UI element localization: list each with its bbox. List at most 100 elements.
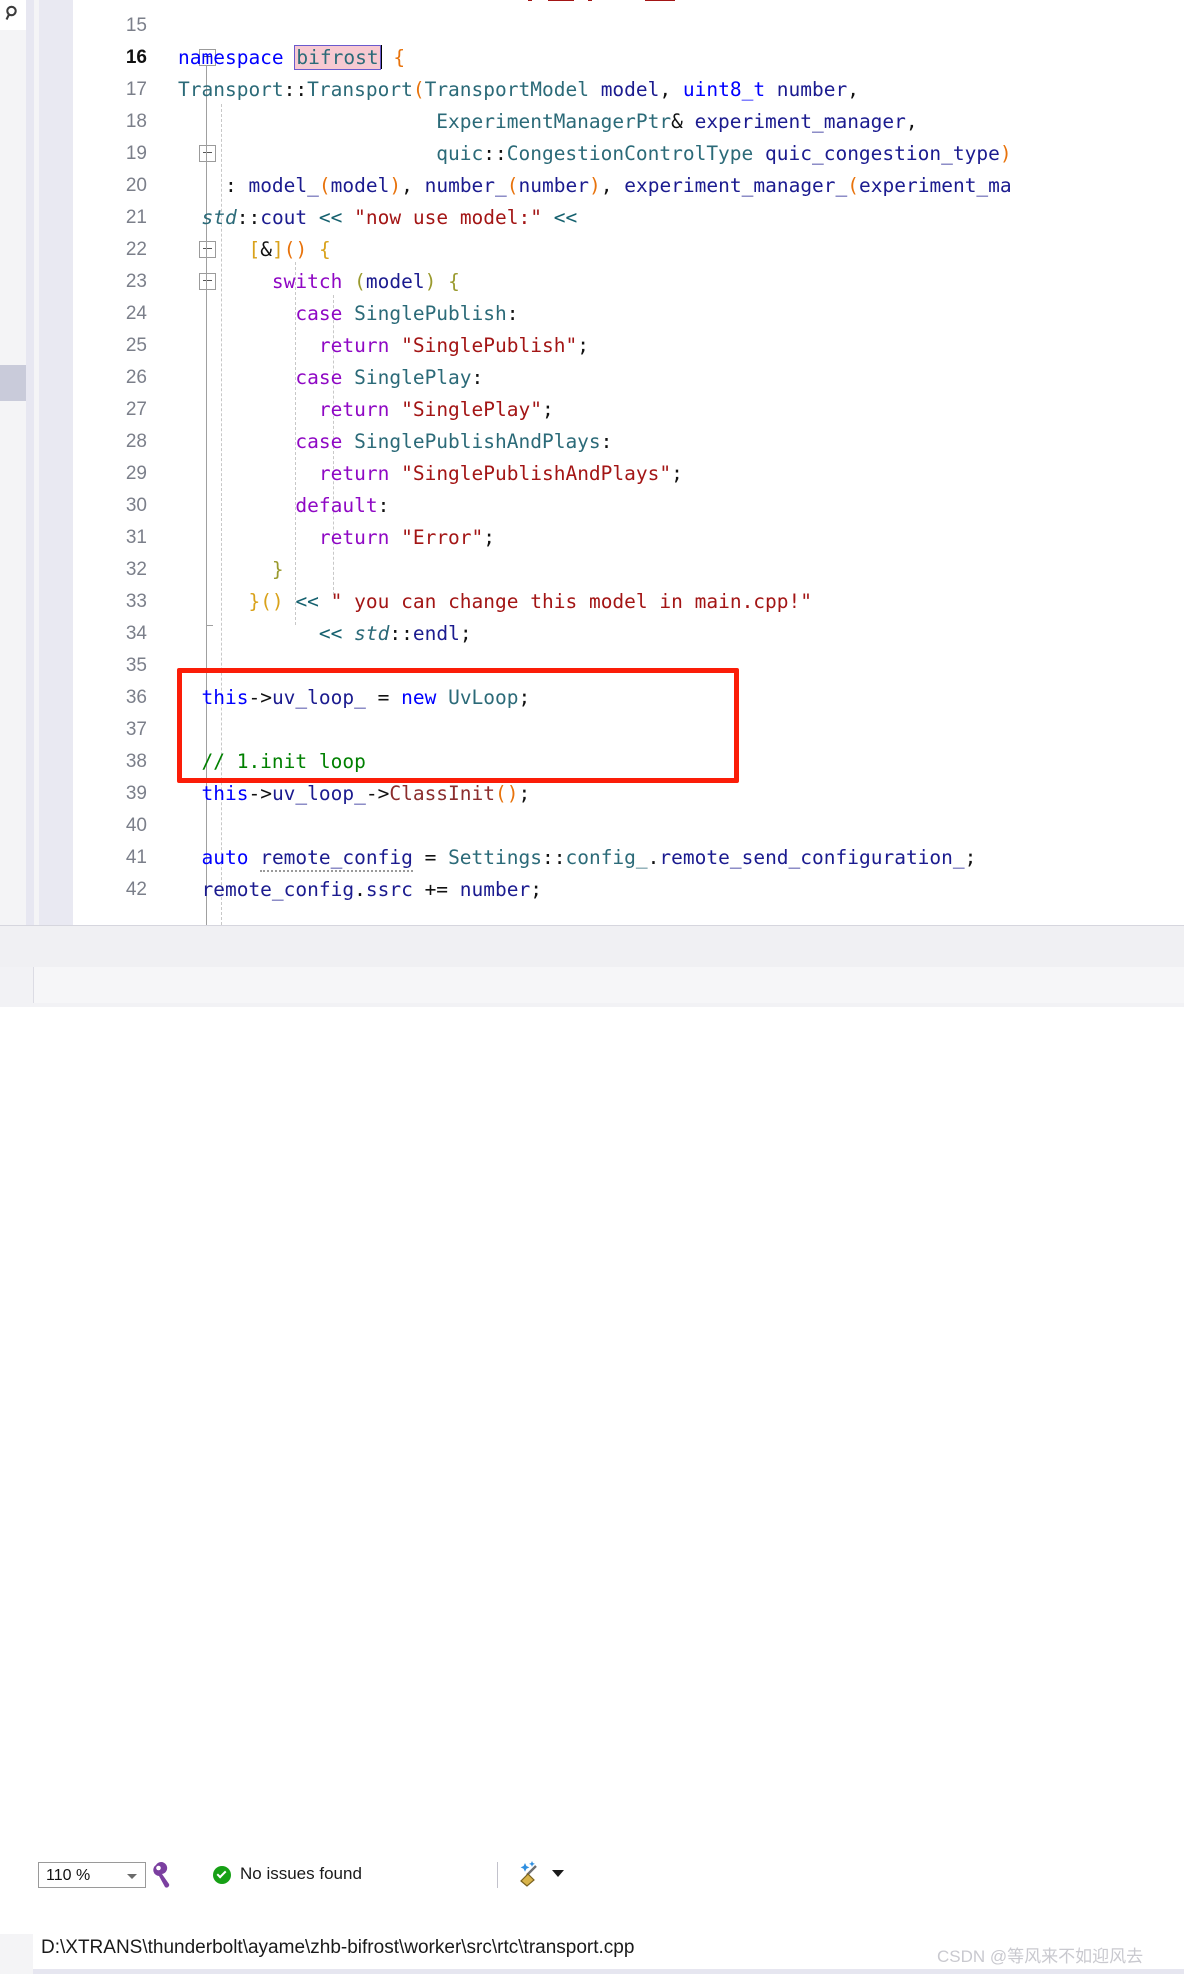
code-line[interactable]: : model_(model), number_(number), experi… bbox=[178, 170, 1012, 202]
code-line[interactable]: this->uv_loop_->ClassInit(); bbox=[178, 778, 530, 810]
code-line[interactable]: }() << " you can change this model in ma… bbox=[178, 586, 812, 618]
code-line[interactable]: << std::endl; bbox=[178, 618, 472, 650]
code-token: remote_config bbox=[260, 846, 413, 872]
code-token: bifrost bbox=[294, 45, 381, 70]
line-number: 27 bbox=[125, 399, 147, 420]
code-line[interactable]: switch (model) { bbox=[178, 266, 460, 298]
line-number: 33 bbox=[125, 591, 147, 612]
bottom-edge bbox=[33, 1969, 1184, 1974]
code-line[interactable]: case SinglePublishAndPlays: bbox=[178, 426, 612, 458]
code-line[interactable]: return "SinglePublish"; bbox=[178, 330, 589, 362]
line-number: 42 bbox=[125, 879, 147, 900]
code-line[interactable]: quic::CongestionControlType quic_congest… bbox=[178, 138, 1012, 170]
zoom-level-combobox[interactable]: 110 % bbox=[38, 1862, 146, 1888]
path-bar-left-pad bbox=[0, 1934, 33, 1974]
code-line[interactable]: std::cout << "now use model:" << bbox=[178, 202, 577, 234]
code-token: std bbox=[354, 622, 390, 645]
code-token: , bbox=[401, 174, 425, 197]
code-token: quic_congestion_type bbox=[765, 142, 1000, 165]
code-line[interactable]: default: bbox=[178, 490, 389, 522]
line-number: 38 bbox=[125, 751, 147, 772]
broom-icon[interactable] bbox=[516, 1860, 546, 1890]
code-token: switch bbox=[271, 270, 343, 293]
code-line[interactable]: auto remote_config = Settings::config_.r… bbox=[178, 842, 976, 874]
code-token: << bbox=[295, 590, 319, 613]
code-token: uv_loop_ bbox=[271, 782, 366, 805]
code-line[interactable]: remote_config.ssrc += number; bbox=[178, 874, 542, 906]
code-line[interactable]: [&]() { bbox=[178, 234, 330, 266]
path-bar-inner bbox=[33, 967, 1184, 1003]
code-line[interactable]: ExperimentManagerPtr& experiment_manager… bbox=[178, 106, 917, 138]
code-token: experiment_manager bbox=[694, 110, 906, 133]
line-number: 41 bbox=[125, 847, 147, 868]
broom-dropdown-icon[interactable] bbox=[552, 1870, 564, 1877]
code-editor[interactable]: 15 16 namespace bifrost {17 Transport::Tran… bbox=[73, 0, 1184, 925]
line-number: 19 bbox=[125, 143, 147, 164]
line-number: 39 bbox=[125, 783, 147, 804]
code-token: SinglePublish bbox=[354, 302, 507, 325]
code-token: :: bbox=[541, 846, 566, 869]
code-token: : bbox=[506, 302, 519, 325]
chevron-down-icon[interactable] bbox=[127, 1874, 137, 1879]
vertical-scrollbar-thumb[interactable] bbox=[0, 365, 26, 401]
code-token: ( bbox=[412, 78, 425, 101]
left-tool-strip bbox=[0, 0, 27, 925]
code-token: :: bbox=[283, 78, 308, 101]
code-token: << bbox=[318, 206, 343, 229]
code-token: ) bbox=[999, 142, 1012, 165]
status-bar: 110 % No issues found bbox=[0, 925, 1184, 1888]
line-number: 36 bbox=[125, 687, 147, 708]
line-number: 18 bbox=[125, 111, 147, 132]
code-line[interactable]: case SinglePlay: bbox=[178, 362, 483, 394]
code-token: number bbox=[518, 174, 589, 197]
code-line[interactable]: // 1.init loop bbox=[178, 746, 365, 778]
clipped-text-fragment bbox=[645, 0, 675, 1]
code-token: << bbox=[553, 206, 578, 229]
code-line[interactable]: return "Error"; bbox=[178, 522, 495, 554]
code-line[interactable]: return "SinglePlay"; bbox=[178, 394, 554, 426]
code-token: auto bbox=[201, 846, 249, 869]
code-line[interactable]: case SinglePublish: bbox=[178, 298, 519, 330]
code-line[interactable]: this->uv_loop_ = new UvLoop; bbox=[178, 682, 530, 714]
code-line[interactable]: } bbox=[178, 554, 284, 586]
code-token: UvLoop bbox=[448, 686, 519, 709]
code-token: { bbox=[448, 270, 460, 293]
vertical-scrollbar-track[interactable] bbox=[0, 30, 26, 925]
code-token: new bbox=[401, 686, 437, 709]
code-token: return bbox=[318, 526, 390, 549]
wrench-icon[interactable] bbox=[150, 1861, 176, 1889]
code-token: [ bbox=[248, 238, 261, 261]
code-token: : bbox=[471, 366, 484, 389]
code-token: { bbox=[393, 46, 406, 69]
code-token: model bbox=[600, 78, 660, 101]
code-token: number bbox=[776, 78, 848, 101]
code-token: ; bbox=[964, 846, 977, 869]
code-line[interactable]: Transport::Transport(TransportModel mode… bbox=[178, 74, 859, 106]
search-button[interactable] bbox=[0, 0, 27, 31]
code-token: TransportModel bbox=[424, 78, 601, 101]
line-number: 28 bbox=[125, 431, 147, 452]
code-token: & bbox=[671, 110, 695, 133]
line-number: 17 bbox=[125, 79, 147, 100]
code-line[interactable]: return "SinglePublishAndPlays"; bbox=[178, 458, 683, 490]
line-number: 35 bbox=[125, 655, 147, 676]
code-token: << bbox=[318, 622, 343, 645]
code-line[interactable]: namespace bifrost { bbox=[178, 42, 405, 74]
code-token: model_ bbox=[248, 174, 319, 197]
code-token: case bbox=[295, 366, 343, 389]
code-token: return bbox=[318, 462, 390, 485]
